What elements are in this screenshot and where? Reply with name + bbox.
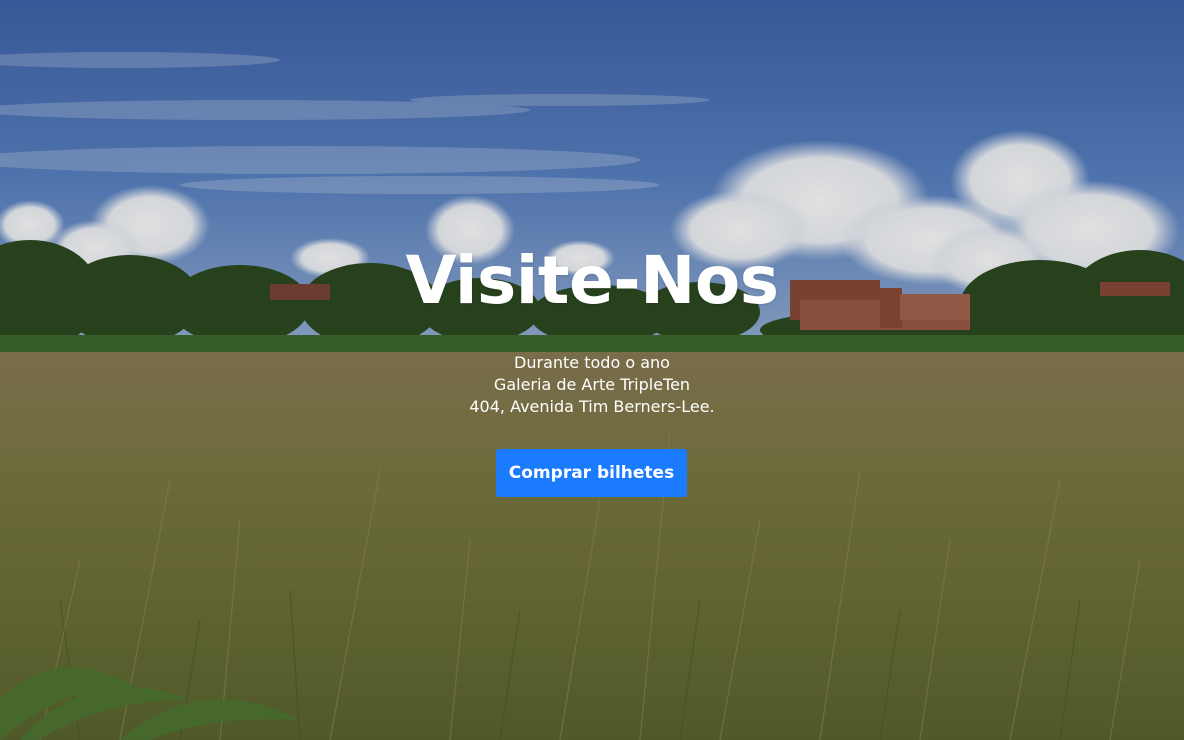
visit-info-venue: Galeria de Arte TripleTen bbox=[493, 375, 691, 394]
buy-tickets-button[interactable]: Comprar bilhetes bbox=[496, 449, 687, 497]
hero-content: Visite-Nos Durante todo o ano Galeria de… bbox=[0, 0, 1184, 740]
visit-info-address: 404, Avenida Tim Berners-Lee. bbox=[469, 397, 715, 416]
visit-info-schedule: Durante todo o ano bbox=[514, 353, 670, 372]
page-title: Visite-Nos bbox=[405, 242, 779, 319]
visit-info: Durante todo o ano Galeria de Arte Tripl… bbox=[0, 352, 1184, 418]
visit-section: Visite-Nos Durante todo o ano Galeria de… bbox=[0, 0, 1184, 740]
